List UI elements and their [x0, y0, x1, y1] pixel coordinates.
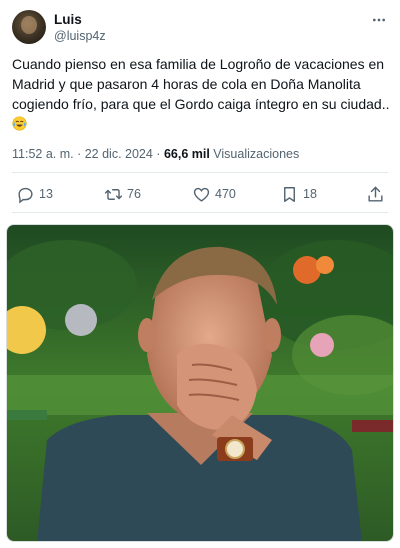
tweet-body: Cuando pienso en esa familia de Logroño … [12, 54, 390, 134]
face-with-tears-of-joy-icon [12, 116, 27, 131]
avatar[interactable] [12, 10, 46, 44]
views-label: Visualizaciones [213, 147, 300, 161]
meme-photo [7, 225, 393, 541]
reply-button[interactable]: 13 [16, 184, 53, 204]
repost-button[interactable]: 76 [104, 184, 141, 204]
heart-icon [193, 187, 210, 202]
like-button[interactable]: 470 [192, 184, 236, 204]
more-options-icon[interactable] [370, 12, 388, 28]
tweet-text: Cuando pienso en esa familia de Logroño … [12, 56, 390, 112]
reply-count: 13 [39, 187, 53, 201]
repost-count: 76 [127, 187, 141, 201]
author-handle[interactable]: @luisp4z [54, 29, 106, 43]
tweet-meta: 11:52 a. m. · 22 dic. 2024 · 66,6 mil Vi… [12, 147, 299, 161]
bookmark-icon [284, 186, 295, 202]
views-count: 66,6 mil [163, 147, 210, 161]
meta-separator: · [73, 147, 85, 161]
bookmark-count: 18 [303, 187, 317, 201]
author-name[interactable]: Luis [54, 12, 82, 27]
action-bar: 13 76 470 18 [12, 180, 388, 208]
reply-icon [18, 187, 33, 203]
like-count: 470 [215, 187, 236, 201]
tweet-time[interactable]: 11:52 a. m. [12, 147, 74, 161]
share-icon [368, 186, 383, 202]
tweet-date[interactable]: 22 dic. 2024 [85, 147, 153, 161]
tweet-media-photo[interactable] [6, 224, 394, 542]
tweet-header: Luis @luisp4z [12, 10, 388, 46]
meta-separator: · [152, 147, 164, 161]
repost-icon [104, 188, 123, 200]
bookmark-button[interactable]: 18 [280, 184, 317, 204]
divider [12, 172, 388, 173]
divider [12, 212, 388, 213]
share-button[interactable] [366, 184, 389, 204]
